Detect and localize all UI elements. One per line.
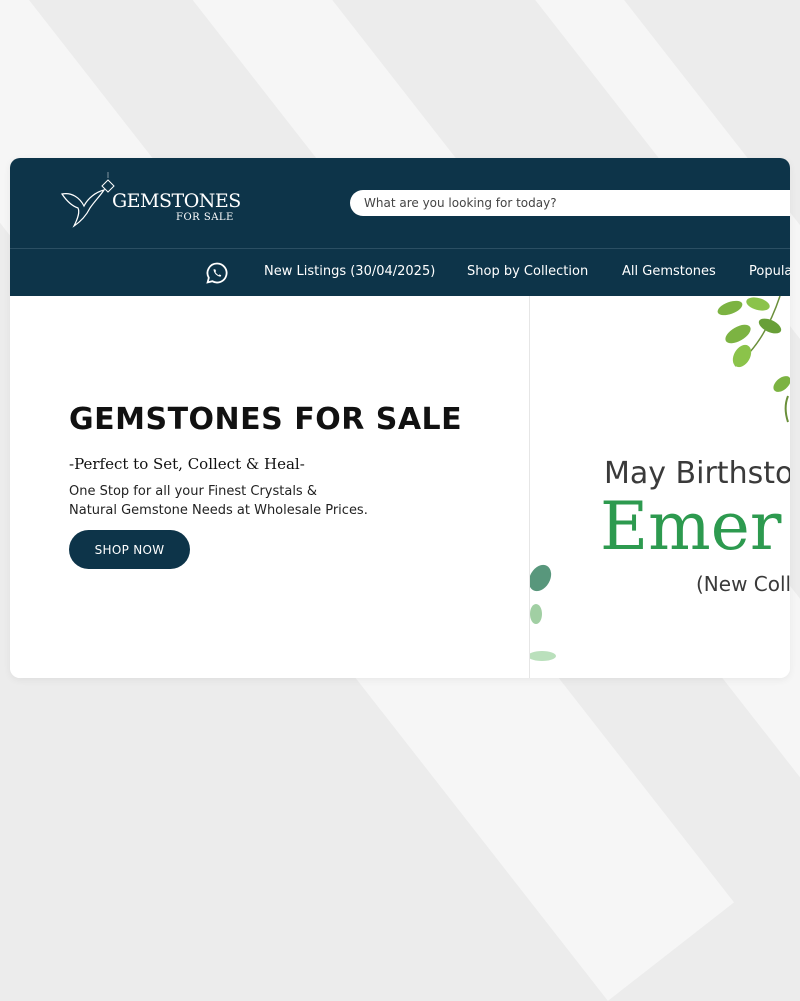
- nav-item-all-gemstones[interactable]: All Gemstones: [622, 264, 716, 279]
- shop-now-button[interactable]: SHOP NOW: [69, 530, 190, 569]
- main-nav: New Listings (30/04/2025) Shop by Collec…: [10, 248, 790, 297]
- whatsapp-icon[interactable]: [205, 261, 229, 285]
- site-header: GEMSTONES FOR SALE: [10, 158, 790, 248]
- banner-heading: May Birthsto: [604, 456, 790, 491]
- hero-description-line: One Stop for all your Finest Crystals &: [69, 484, 317, 499]
- search-input[interactable]: [350, 190, 790, 216]
- hero-section: GEMSTONES FOR SALE -Perfect to Set, Coll…: [10, 296, 529, 678]
- banner-big-text: Emer: [600, 488, 782, 565]
- hero-tagline: -Perfect to Set, Collect & Heal-: [69, 455, 305, 473]
- nav-item-new-listings[interactable]: New Listings (30/04/2025): [264, 264, 435, 279]
- logo-title: GEMSTONES: [112, 190, 241, 212]
- browser-window: GEMSTONES FOR SALE New Listings (30/04/2…: [10, 158, 790, 678]
- logo-subtitle: FOR SALE: [176, 212, 234, 223]
- dove-logo-icon: [61, 172, 115, 228]
- nav-item-popular[interactable]: Popula: [749, 264, 790, 279]
- hero-description-line: Natural Gemstone Needs at Wholesale Pric…: [69, 503, 368, 518]
- site-logo[interactable]: GEMSTONES FOR SALE: [58, 172, 248, 232]
- hero-description: One Stop for all your Finest Crystals & …: [69, 482, 509, 520]
- hero-title: GEMSTONES FOR SALE: [69, 402, 463, 437]
- banner-subtitle: (New Coll: [696, 572, 790, 596]
- promo-banner[interactable]: May Birthsto Emer (New Coll: [529, 296, 790, 678]
- nav-item-shop-by-collection[interactable]: Shop by Collection: [467, 264, 588, 279]
